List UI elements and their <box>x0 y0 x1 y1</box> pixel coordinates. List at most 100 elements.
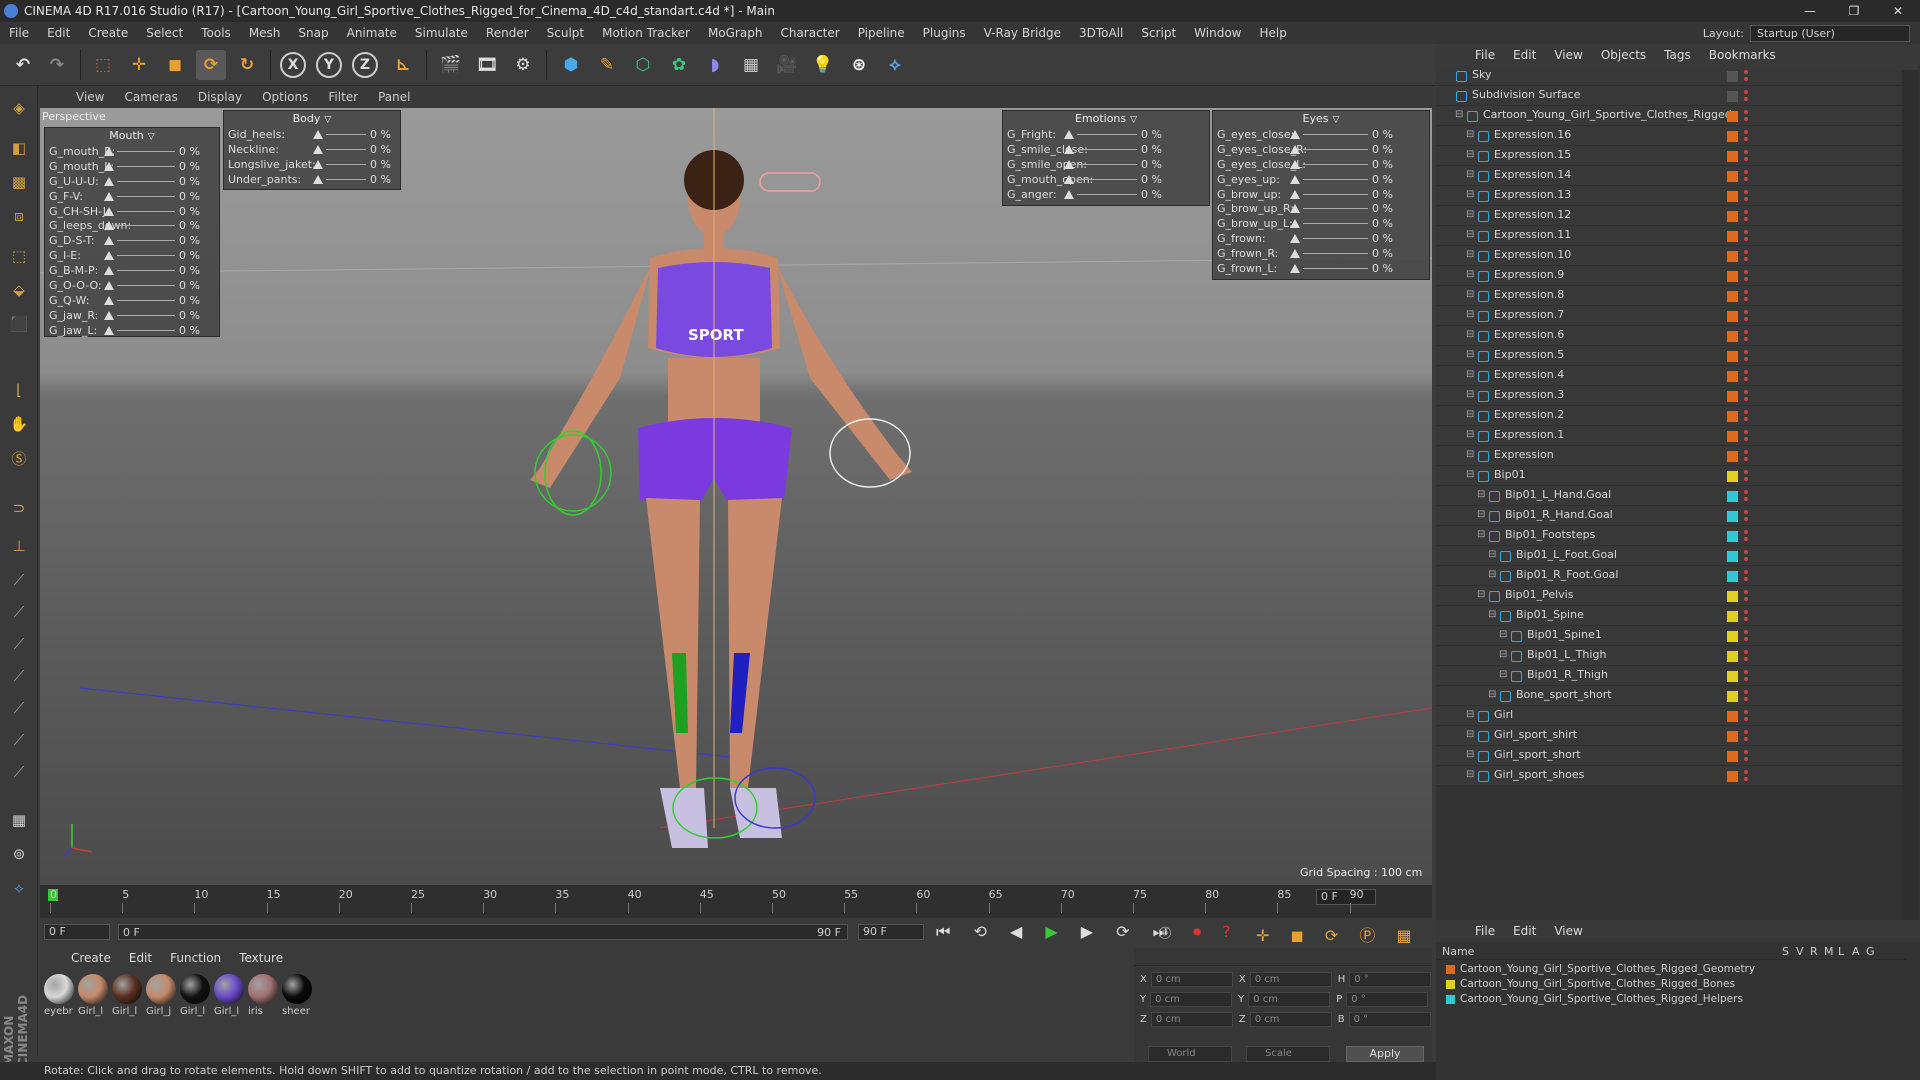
layer-color-swatch[interactable] <box>1727 531 1738 542</box>
morph-slider-row[interactable]: G_anger: 0 % <box>1003 187 1209 202</box>
object-row[interactable]: ⊟ Expression.2 <box>1436 406 1918 426</box>
scale-icon[interactable]: ◼ <box>160 50 190 80</box>
slider-track[interactable] <box>1077 133 1137 135</box>
morph-slider-row[interactable]: G_eyes_close_R: 0 % <box>1213 142 1429 157</box>
layer-color-swatch[interactable] <box>1727 731 1738 742</box>
render-visibility-dot[interactable] <box>1744 317 1748 321</box>
scale-dropdown[interactable]: Scale <box>1246 1046 1330 1062</box>
layer-color-swatch[interactable] <box>1446 995 1455 1004</box>
slider-handle-icon[interactable] <box>1064 189 1074 199</box>
viewport-menu-display[interactable]: Display <box>188 90 252 104</box>
slider-handle-icon[interactable] <box>313 174 323 184</box>
object-menu-view[interactable]: View <box>1545 48 1591 62</box>
tree-expand-icon[interactable]: ⊟ <box>1488 549 1496 560</box>
vray-bridge-icon[interactable]: ⊛ <box>844 50 874 80</box>
layer-color-swatch[interactable] <box>1727 191 1738 202</box>
menu-item-tools[interactable]: Tools <box>192 26 240 40</box>
layer-color-swatch[interactable] <box>1727 131 1738 142</box>
brush-r-icon[interactable]: ⟋ <box>5 630 33 658</box>
visibility-dots-icon[interactable] <box>1744 610 1749 623</box>
object-row[interactable]: ⊟ Bip01_Spine1 <box>1436 626 1918 646</box>
slider-track[interactable] <box>1077 163 1137 165</box>
layer-color-swatch[interactable] <box>1727 71 1738 82</box>
render-settings-icon[interactable]: ⚙ <box>508 50 538 80</box>
menu-item-create[interactable]: Create <box>79 26 137 40</box>
visibility-dots-icon[interactable] <box>1744 270 1749 283</box>
rotate-icon[interactable]: ⟳ <box>196 50 226 80</box>
visibility-dots-icon[interactable] <box>1744 710 1749 723</box>
tree-expand-icon[interactable]: ⊟ <box>1488 689 1496 700</box>
object-row[interactable]: Sky <box>1436 66 1918 86</box>
layer-color-swatch[interactable] <box>1727 431 1738 442</box>
layer-color-swatch[interactable] <box>1727 251 1738 262</box>
material-swatch[interactable] <box>214 974 244 1004</box>
tree-expand-icon[interactable]: ⊟ <box>1466 749 1474 760</box>
slider-handle-icon[interactable] <box>104 191 114 201</box>
slider-track[interactable] <box>1303 208 1368 210</box>
slider-track[interactable] <box>1303 253 1368 255</box>
layer-color-swatch[interactable] <box>1727 771 1738 782</box>
layer-color-swatch[interactable] <box>1727 571 1738 582</box>
editor-visibility-dot[interactable] <box>1744 70 1748 74</box>
object-row[interactable]: ⊟ Bip01_R_Hand.Goal <box>1436 506 1918 526</box>
morph-slider-row[interactable]: G_smile_open: 0 % <box>1003 157 1209 172</box>
object-row[interactable]: Subdivision Surface <box>1436 86 1918 106</box>
slider-track[interactable] <box>1303 163 1368 165</box>
layer-color-swatch[interactable] <box>1727 411 1738 422</box>
layer-color-swatch[interactable] <box>1727 91 1738 102</box>
menu-item-motion-tracker[interactable]: Motion Tracker <box>593 26 699 40</box>
visibility-dots-icon[interactable] <box>1744 250 1749 263</box>
editor-visibility-dot[interactable] <box>1744 770 1748 774</box>
keyframe-controls[interactable]: ◎ ⏺ ? <box>1158 922 1239 942</box>
visibility-dots-icon[interactable] <box>1744 490 1749 503</box>
editor-visibility-dot[interactable] <box>1744 330 1748 334</box>
viewport-menu-filter[interactable]: Filter <box>318 90 368 104</box>
editor-visibility-dot[interactable] <box>1744 590 1748 594</box>
editor-visibility-dot[interactable] <box>1744 90 1748 94</box>
editor-visibility-dot[interactable] <box>1744 610 1748 614</box>
slider-handle-icon[interactable] <box>1290 159 1300 169</box>
layer-color-swatch[interactable] <box>1727 351 1738 362</box>
layer-color-swatch[interactable] <box>1727 491 1738 502</box>
editor-visibility-dot[interactable] <box>1744 750 1748 754</box>
morph-slider-row[interactable]: G_jaw_R: 0 % <box>45 308 219 323</box>
tree-expand-icon[interactable]: ⊟ <box>1466 349 1474 360</box>
editor-visibility-dot[interactable] <box>1744 650 1748 654</box>
object-row[interactable]: ⊟ Bip01_Pelvis <box>1436 586 1918 606</box>
slider-handle-icon[interactable] <box>104 161 114 171</box>
layer-color-swatch[interactable] <box>1446 965 1455 974</box>
morph-slider-row[interactable]: G_Q-W: 0 % <box>45 293 219 308</box>
subdivision-surface-icon[interactable]: ⬡ <box>628 50 658 80</box>
morph-slider-row[interactable]: Under_pants: 0 % <box>224 172 400 187</box>
perspective-viewport[interactable]: SPORT Perspective Grid Spacing : 100 cm … <box>40 108 1432 885</box>
eyes-panel-title[interactable]: Eyes ▽ <box>1213 111 1429 127</box>
morph-slider-row[interactable]: G_eyes_close_L: 0 % <box>1213 157 1429 172</box>
object-row[interactable]: ⊟ Expression.3 <box>1436 386 1918 406</box>
morph-slider-row[interactable]: G_mouth_open: 0 % <box>1003 172 1209 187</box>
visibility-dots-icon[interactable] <box>1744 390 1749 403</box>
layer-name-header[interactable]: Name <box>1442 945 1474 958</box>
render-visibility-dot[interactable] <box>1744 157 1748 161</box>
layer-color-swatch[interactable] <box>1727 551 1738 562</box>
layer-color-swatch[interactable] <box>1727 171 1738 182</box>
render-visibility-dot[interactable] <box>1744 77 1748 81</box>
tree-expand-icon[interactable]: ⊟ <box>1466 469 1474 480</box>
slider-handle-icon[interactable] <box>104 310 114 320</box>
editor-visibility-dot[interactable] <box>1744 230 1748 234</box>
layer-color-swatch[interactable] <box>1727 471 1738 482</box>
tree-expand-icon[interactable]: ⊟ <box>1466 289 1474 300</box>
layer-color-swatch[interactable] <box>1727 291 1738 302</box>
layer-menu-file[interactable]: File <box>1466 924 1504 938</box>
render-visibility-dot[interactable] <box>1744 437 1748 441</box>
morph-slider-row[interactable]: G_jaw_L: 0 % <box>45 323 219 338</box>
object-menu-tags[interactable]: Tags <box>1655 48 1700 62</box>
menu-item-file[interactable]: File <box>0 26 38 40</box>
render-visibility-dot[interactable] <box>1744 497 1748 501</box>
material-menu-texture[interactable]: Texture <box>230 951 292 965</box>
slider-track[interactable] <box>117 255 175 257</box>
editor-visibility-dot[interactable] <box>1744 470 1748 474</box>
visibility-dots-icon[interactable] <box>1744 350 1749 363</box>
slider-handle-icon[interactable] <box>104 236 114 246</box>
layer-color-swatch[interactable] <box>1727 111 1738 122</box>
slider-handle-icon[interactable] <box>1064 159 1074 169</box>
